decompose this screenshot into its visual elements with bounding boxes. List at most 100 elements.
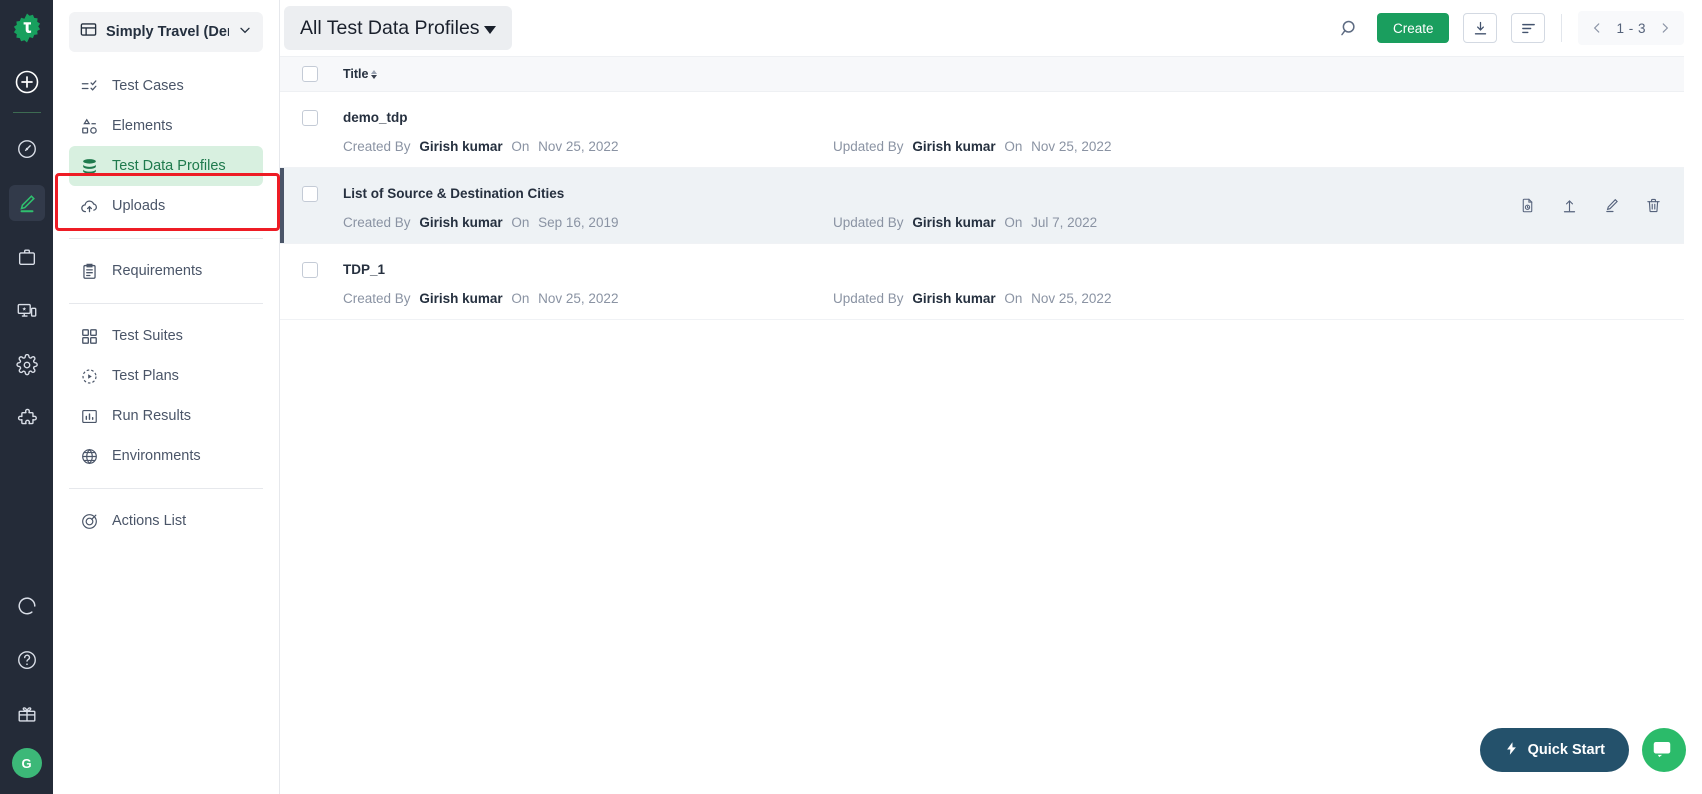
test-data-profiles-table: Title demo_tdp Created By Girish kumar O… — [280, 56, 1684, 320]
chevron-down-icon[interactable] — [237, 22, 253, 43]
row-updated-meta: Updated By Girish kumar On Nov 25, 2022 — [833, 291, 1116, 306]
chevron-right-icon[interactable] — [1658, 21, 1672, 35]
table-header-row: Title — [280, 56, 1684, 92]
row-meta: Created By Girish kumar On Nov 25, 2022 … — [302, 139, 1684, 154]
updated-by-label: Updated By — [833, 214, 904, 230]
updated-by-user: Girish kumar — [912, 290, 996, 306]
row-checkbox[interactable] — [302, 261, 318, 278]
on-label: On — [1004, 290, 1023, 306]
created-on-date: Nov 25, 2022 — [538, 290, 619, 306]
row-created-meta: Created By Girish kumar On Nov 25, 2022 — [343, 291, 833, 306]
page-title-dropdown[interactable]: All Test Data Profiles — [284, 6, 512, 50]
rail-item-help[interactable] — [9, 642, 45, 678]
sidebar-item-test-data-profiles[interactable]: Test Data Profiles — [69, 146, 263, 186]
left-rail: G — [0, 0, 53, 794]
nav-divider — [69, 303, 263, 304]
toolbar: All Test Data Profiles Create 1 - 3 — [280, 0, 1702, 56]
toolbar-divider — [1561, 14, 1563, 42]
select-all-checkbox[interactable] — [302, 66, 318, 82]
quick-start-button[interactable]: Quick Start — [1479, 728, 1629, 772]
row-meta: Created By Girish kumar On Sep 16, 2019 … — [302, 215, 1684, 230]
sidebar-item-label: Test Plans — [112, 368, 179, 384]
sidebar-item-label: Test Suites — [112, 328, 183, 344]
updated-on-date: Jul 7, 2022 — [1031, 214, 1098, 230]
rail-item-create[interactable] — [8, 185, 45, 221]
create-button[interactable]: Create — [1376, 13, 1450, 43]
row-primary: demo_tdp — [302, 106, 1684, 130]
sidebar-item-label: Actions List — [112, 513, 187, 529]
row-action-upload[interactable] — [1560, 197, 1578, 215]
sidebar-item-label: Requirements — [112, 263, 203, 279]
updated-on-date: Nov 25, 2022 — [1031, 138, 1112, 154]
nav-group-4: Actions List — [69, 495, 263, 547]
sort-asc-desc-icon[interactable] — [371, 69, 378, 79]
caret-down-icon — [483, 25, 496, 34]
test-cases-icon — [80, 77, 99, 96]
sidebar-item-test-cases[interactable]: Test Cases — [69, 66, 263, 106]
download-icon[interactable] — [1463, 13, 1498, 43]
sidebar-item-uploads[interactable]: Uploads — [69, 186, 263, 226]
sidebar-item-run-results[interactable]: Run Results — [69, 396, 263, 436]
nav-group-1: Test Cases Elements Test Data Profiles U… — [69, 52, 263, 232]
sidebar-item-label: Elements — [112, 118, 173, 134]
rail-item-dashboard[interactable] — [9, 131, 45, 167]
on-label: On — [1004, 138, 1023, 154]
row-primary: List of Source & Destination Cities — [302, 182, 1684, 206]
play-circle-icon — [80, 367, 99, 386]
row-checkbox[interactable] — [302, 185, 318, 202]
rail-item-devices[interactable] — [9, 293, 45, 329]
chevron-left-icon[interactable] — [1590, 21, 1604, 35]
sidebar-item-test-plans[interactable]: Test Plans — [69, 356, 263, 396]
grid-squares-icon — [80, 327, 99, 346]
sidebar-item-elements[interactable]: Elements — [69, 106, 263, 146]
updated-on-date: Nov 25, 2022 — [1031, 290, 1112, 306]
clipboard-icon — [80, 262, 99, 281]
nav-divider — [69, 488, 263, 489]
rail-item-settings[interactable] — [9, 347, 45, 383]
sidebar-item-test-suites[interactable]: Test Suites — [69, 316, 263, 356]
table-row[interactable]: demo_tdp Created By Girish kumar On Nov … — [280, 92, 1684, 168]
chat-button[interactable] — [1642, 728, 1686, 772]
project-switcher[interactable]: Simply Travel (Demo) — [69, 12, 263, 52]
search-icon[interactable] — [1337, 15, 1363, 41]
sort-lines-icon[interactable] — [1511, 13, 1546, 43]
updated-by-user: Girish kumar — [912, 138, 996, 154]
main-content: All Test Data Profiles Create 1 - 3 Titl… — [280, 0, 1702, 794]
add-new-button[interactable] — [13, 68, 41, 96]
table-row[interactable]: TDP_1 Created By Girish kumar On Nov 25,… — [280, 244, 1684, 320]
toolbar-actions: Create 1 - 3 — [1337, 11, 1684, 45]
sidebar-item-label: Test Cases — [112, 78, 184, 94]
row-created-meta: Created By Girish kumar On Sep 16, 2019 — [343, 215, 833, 230]
rail-item-projects[interactable] — [9, 239, 45, 275]
created-by-label: Created By — [343, 290, 411, 306]
column-header-title[interactable]: Title — [343, 67, 378, 81]
created-on-date: Nov 25, 2022 — [538, 138, 619, 154]
row-meta: Created By Girish kumar On Nov 25, 2022 … — [302, 291, 1684, 306]
row-title[interactable]: TDP_1 — [343, 262, 385, 277]
sidebar-item-label: Test Data Profiles — [112, 158, 226, 174]
table-row[interactable]: List of Source & Destination Cities Crea… — [280, 168, 1684, 244]
rail-item-whats-new[interactable] — [9, 696, 45, 732]
rail-item-activity[interactable] — [9, 588, 45, 624]
row-title[interactable]: demo_tdp — [343, 110, 408, 125]
row-created-meta: Created By Girish kumar On Nov 25, 2022 — [343, 139, 833, 154]
testsigma-gear-logo-icon[interactable] — [9, 10, 45, 46]
row-action-edit[interactable] — [1602, 197, 1620, 215]
created-by-user: Girish kumar — [419, 290, 503, 306]
chat-bubble-icon — [1651, 737, 1677, 764]
pagination-range: 1 - 3 — [1616, 20, 1646, 36]
row-checkbox[interactable] — [302, 109, 318, 126]
row-action-delete[interactable] — [1644, 197, 1662, 215]
sidebar-item-environments[interactable]: Environments — [69, 436, 263, 476]
row-title[interactable]: List of Source & Destination Cities — [343, 186, 564, 201]
project-name: Simply Travel (Demo) — [106, 24, 229, 40]
updated-by-label: Updated By — [833, 138, 904, 154]
avatar[interactable]: G — [11, 748, 42, 778]
sidebar-item-requirements[interactable]: Requirements — [69, 251, 263, 291]
row-action-history[interactable] — [1518, 197, 1536, 215]
rail-item-addons[interactable] — [9, 401, 45, 437]
created-by-user: Girish kumar — [419, 138, 503, 154]
sidebar-item-actions-list[interactable]: Actions List — [69, 501, 263, 541]
on-label: On — [511, 214, 530, 230]
project-card-icon — [79, 20, 98, 44]
